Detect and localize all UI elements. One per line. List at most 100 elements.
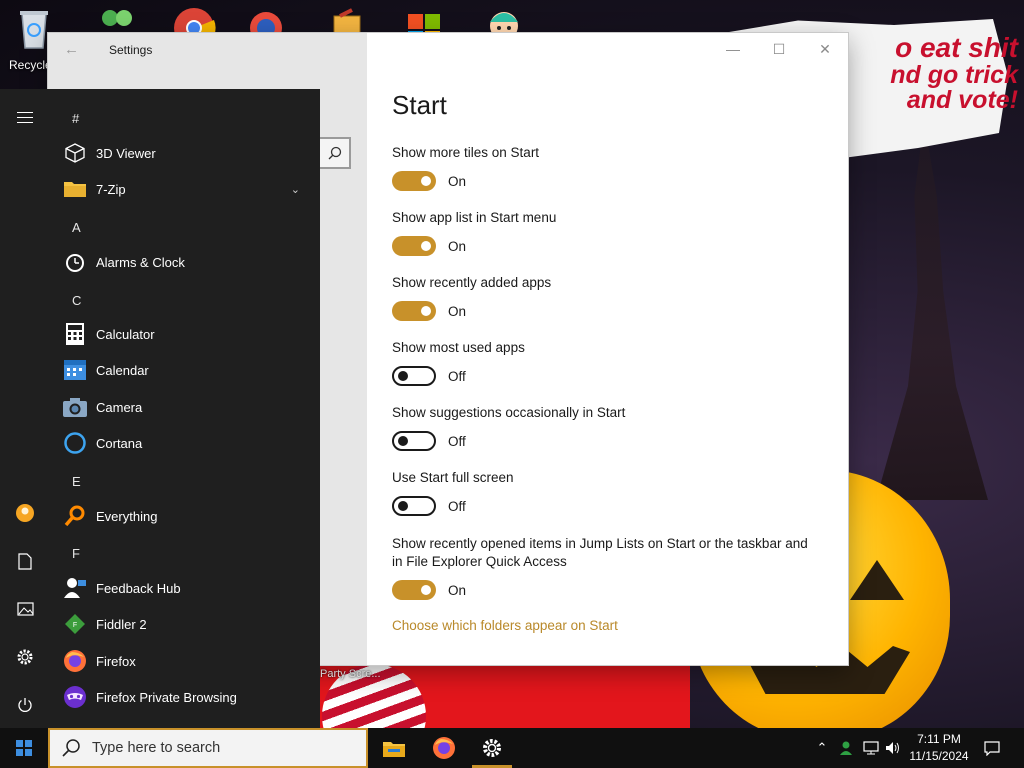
setting-option: Show recently added apps On [392,274,832,321]
start-app-item[interactable]: 7-Zip ⌄ [62,174,312,204]
start-app-item[interactable]: 3D Viewer [62,138,312,168]
setting-option: Show recently opened items in Jump Lists… [392,535,832,600]
setting-option: Show app list in Start menu On [392,209,832,256]
wallpaper-slogan-line3: and vote! [906,86,1018,115]
start-app-item[interactable]: Firefox Private Browsing [62,682,312,712]
toggle-knob [398,501,408,511]
start-app-item[interactable]: Calendar [62,355,312,385]
start-app-item[interactable]: Cortana [62,428,312,458]
toggle-knob [421,241,431,251]
network-icon[interactable] [862,738,880,758]
fiddler-icon: F [62,611,88,637]
app-group-letter[interactable]: A [72,220,81,235]
hamburger-icon[interactable] [9,101,41,133]
setting-label: Show most used apps [392,340,525,355]
search-icon [328,146,341,160]
start-app-item[interactable]: Feedback Hub [62,573,312,603]
app-group-letter[interactable]: F [72,546,80,561]
documents-icon[interactable] [9,545,41,577]
wallpaper-slogan-line2: nd go trick [890,60,1018,89]
start-app-item[interactable]: Alarms & Clock [62,247,312,277]
toggle-switch[interactable] [392,496,436,516]
toggle-switch[interactable] [392,301,436,321]
chevron-down-icon[interactable]: ⌄ [291,183,300,196]
setting-label: Show recently opened items in Jump Lists… [392,536,808,569]
start-app-name: Calendar [96,362,149,378]
toggle-row: On [392,236,466,256]
setting-label: Show suggestions occasionally in Start [392,405,626,420]
toggle-switch[interactable] [392,236,436,256]
toggle-knob [421,306,431,316]
settings-gear-icon[interactable] [9,641,41,673]
user-avatar-icon[interactable] [9,497,41,529]
close-icon[interactable]: ✕ [810,39,840,59]
calculator-icon [62,321,88,347]
recycle-bin-label[interactable]: Recycle [9,58,52,72]
start-app-item[interactable]: Everything [62,501,312,531]
toggle-state-label: On [448,173,467,189]
start-app-item[interactable]: F Fiddler 2 [62,609,312,639]
volume-icon[interactable] [884,738,902,758]
cube-icon [62,140,88,166]
toggle-state-label: On [448,238,467,254]
toggle-knob [398,371,408,381]
start-button[interactable] [0,728,48,768]
toggle-switch[interactable] [392,366,436,386]
clock-date: 11/15/2024 [909,749,969,763]
start-app-name: Feedback Hub [96,580,181,596]
start-app-item[interactable]: Calculator [62,319,312,349]
toggle-row: On [392,171,466,191]
windows-logo-icon [16,740,32,756]
setting-option: Use Start full screen Off [392,469,832,516]
toggle-row: Off [392,496,466,516]
start-app-name: 3D Viewer [96,145,156,161]
search-input[interactable] [92,740,352,756]
toggle-state-label: Off [448,498,466,514]
toggle-state-label: Off [448,368,466,384]
toggle-row: Off [392,366,466,386]
minimize-icon[interactable]: — [718,39,748,59]
toggle-state-label: On [448,303,467,319]
notifications-icon[interactable] [982,738,1002,758]
setting-option: Show most used apps Off [392,339,832,386]
maximize-icon[interactable]: ☐ [764,39,794,59]
settings-search-button[interactable] [320,137,351,169]
start-app-item[interactable]: Firefox [62,646,312,676]
start-app-name: Calculator [96,326,155,342]
firefox-private-icon [62,684,88,710]
people-icon[interactable] [838,738,856,758]
power-icon[interactable] [9,689,41,721]
firefox-icon [62,648,88,674]
settings-taskbar-icon[interactable] [468,728,516,768]
toggle-switch[interactable] [392,171,436,191]
start-app-name: Everything [96,508,158,524]
app-group-letter[interactable]: # [72,111,79,126]
pictures-icon[interactable] [9,593,41,625]
calendar-icon [62,357,88,383]
back-arrow-icon[interactable]: ← [64,41,79,58]
setting-option: Show more tiles on Start On [392,144,832,191]
settings-titlebar: ← Settings — ☐ ✕ [48,33,848,65]
choose-folders-link[interactable]: Choose which folders appear on Start [392,618,618,633]
app-group-letter[interactable]: C [72,293,81,308]
start-app-name: Alarms & Clock [96,254,185,270]
wallpaper-slogan: o eat shit nd go trick and vote! [838,33,1018,115]
toggle-switch[interactable] [392,431,436,451]
file-explorer-icon[interactable] [370,728,418,768]
start-app-item[interactable]: Camera [62,392,312,422]
setting-label: Show app list in Start menu [392,210,557,225]
toggle-knob [421,585,431,595]
camera-icon [62,394,88,420]
magnifier-icon [62,503,88,529]
firefox-icon[interactable] [420,728,468,768]
start-app-name: Fiddler 2 [96,616,147,632]
svg-text:F: F [73,622,77,629]
start-app-name: Camera [96,399,143,415]
taskbar-search-box[interactable] [48,728,368,768]
clock-time: 7:11 PM [917,732,961,746]
app-group-letter[interactable]: E [72,474,81,489]
chevron-up-icon[interactable]: ⌃ [814,738,830,758]
start-app-name: 7-Zip [96,181,126,197]
toggle-switch[interactable] [392,580,436,600]
taskbar-clock[interactable]: 7:11 PM 11/15/2024 [902,731,976,765]
